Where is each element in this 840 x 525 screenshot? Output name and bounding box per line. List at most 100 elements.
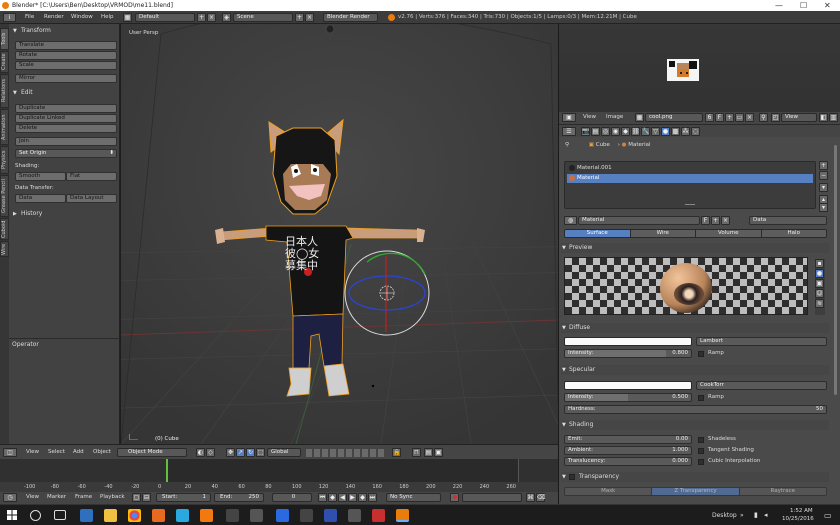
material-slot-item-active[interactable]: Material [567,174,813,183]
edge-icon[interactable] [80,509,93,522]
tab-tools[interactable]: Tools [0,28,9,50]
link-dropdown[interactable]: Data [749,216,827,225]
emit-field[interactable]: Emit: 0.00 [564,435,692,444]
render-layers-tab-icon[interactable]: ▤ [591,127,600,136]
data-layout-button[interactable]: Data Layout [66,194,117,203]
transform-panel-header[interactable]: ▼ Transform [9,26,120,36]
tab-relations[interactable]: Relations [0,74,9,108]
properties-editor[interactable]: ⚲ ▣ Cube › ● Material Material.001 Mater… [559,137,840,504]
tab-wire[interactable]: Wire [629,230,695,237]
app-icon[interactable] [226,509,239,522]
task-view-icon[interactable] [54,510,66,520]
image-name-field[interactable]: cool.png [645,113,703,122]
notifications-icon[interactable]: ▭ [824,511,832,520]
lock-icon[interactable]: 🔒 [392,448,401,457]
transparency-mode-mask[interactable]: Mask [565,488,652,495]
physics-tab-icon[interactable]: ◌ [691,127,700,136]
chrome-icon[interactable] [128,509,141,522]
modifiers-tab-icon[interactable]: 🔧 [641,127,650,136]
menu-view[interactable]: View [583,113,596,122]
tab-cuboid[interactable]: Cuboid [0,218,9,240]
open-image-icon[interactable]: ▭ [735,113,744,122]
tray-chevron-icon[interactable]: » [740,512,744,519]
list-resize-handle[interactable] [685,204,695,205]
start-frame-field[interactable]: Start: 1 [156,493,211,502]
search-icon[interactable] [30,510,41,521]
tab-physics[interactable]: Physics [0,146,9,174]
edit-panel-header[interactable]: ▼ Edit [9,88,120,98]
tab-grease-pencil[interactable]: Grease Pencil [0,175,9,217]
remove-slot-button[interactable]: − [819,171,828,180]
diffuse-intensity-slider[interactable]: Intensity: 0.800 [564,349,692,358]
menu-help[interactable]: Help [101,13,114,22]
app-icon[interactable] [300,509,313,522]
menu-frame[interactable]: Frame [75,493,92,502]
texture-tab-icon[interactable]: ▩ [671,127,680,136]
prev-keyframe-icon[interactable]: ◆ [328,493,337,502]
diffuse-shader-dropdown[interactable]: Lambert [696,337,827,346]
start-button[interactable] [7,510,17,520]
browse-image-icon[interactable]: ▦ [635,113,644,122]
specular-intensity-slider[interactable]: Intensity: 0.500 [564,393,692,402]
specular-ramp-checkbox[interactable] [698,395,704,401]
editor-type-icon[interactable]: ◷ [3,493,17,502]
duplicate-button[interactable]: Duplicate [15,104,117,113]
preview-flat-icon[interactable]: ▪ [815,259,824,268]
menu-render[interactable]: Render [44,13,64,22]
desktop-toolbar-label[interactable]: Desktop [712,512,737,519]
layer-buttons[interactable] [306,449,386,457]
app-icon[interactable] [372,509,385,522]
insert-keyframe-icon[interactable]: ⌘ [526,493,535,502]
firefox-icon[interactable] [152,509,165,522]
new-material-button[interactable]: + [711,216,720,225]
unlink-material-button[interactable]: × [721,216,730,225]
tangent-shading-checkbox[interactable] [698,448,704,454]
keying-set-field[interactable] [462,493,522,502]
render-preview-icon[interactable]: ▤ [424,448,433,457]
translucency-field[interactable]: Translucency: 0.000 [564,457,692,466]
tab-wire[interactable]: Wire [0,241,9,257]
editor-type-icon[interactable]: i [3,13,16,22]
duplicate-linked-button[interactable]: Duplicate Linked [15,114,117,123]
tab-create[interactable]: Create [0,51,9,73]
set-origin-dropdown[interactable]: Set Origin ⬍ [15,149,117,158]
diffuse-panel-header[interactable]: ▼ Diffuse [561,323,829,333]
display-channels-icon[interactable]: ◧ [819,113,828,122]
maximize-button[interactable]: ☐ [800,0,807,11]
tab-surface[interactable]: Surface [565,230,630,237]
mirror-button[interactable]: Mirror [15,74,117,83]
image-editor-area[interactable] [559,24,840,112]
move-slot-down-icon[interactable]: ▾ [819,203,828,212]
unlink-image-icon[interactable]: × [745,113,754,122]
pin-icon[interactable]: ⚲ [565,142,569,148]
timeline-ruler[interactable]: -100 -80 -60 -40 -20 0 20 40 60 80 100 120 140 160 180… [0,482,558,492]
material-tab-icon[interactable]: ● [661,127,670,136]
properties-scrollbar[interactable] [834,145,837,395]
shadeless-checkbox[interactable] [698,437,704,443]
manipulator-toggle-icon[interactable]: ✥ [226,448,235,457]
pivot-point-icon[interactable]: ◇ [206,448,215,457]
data-tab-icon[interactable]: ▽ [651,127,660,136]
specular-shader-dropdown[interactable]: CookTorr [696,381,827,390]
new-image-icon[interactable]: + [725,113,734,122]
ambient-field[interactable]: Ambient: 1.000 [564,446,692,455]
shading-panel-header[interactable]: ▼ Shading [561,420,829,430]
fake-user-button[interactable]: F [701,216,710,225]
cubic-interpolation-checkbox[interactable] [698,459,704,465]
image-users-count[interactable]: 6 [705,113,714,122]
tab-halo[interactable]: Halo [760,230,826,237]
hardness-field[interactable]: Hardness: 50 [564,405,827,414]
translate-manipulator-icon[interactable]: ↗ [236,448,245,457]
rotate-manipulator-icon[interactable]: ↻ [246,448,255,457]
menu-select[interactable]: Select [48,448,65,457]
menu-playback[interactable]: Playback [100,493,125,502]
clock-date[interactable]: 10/25/2016 [782,516,814,522]
rotate-button[interactable]: Rotate [15,51,117,60]
specular-panel-header[interactable]: ▼ Specular [561,365,829,375]
menu-view[interactable]: View [26,448,39,457]
diffuse-ramp-checkbox[interactable] [698,351,704,357]
specular-color-swatch[interactable] [564,381,692,390]
snap-icon[interactable]: ⊓ [412,448,421,457]
orientation-dropdown[interactable]: Global [267,448,301,457]
opengl-render-icon[interactable]: ▣ [434,448,443,457]
